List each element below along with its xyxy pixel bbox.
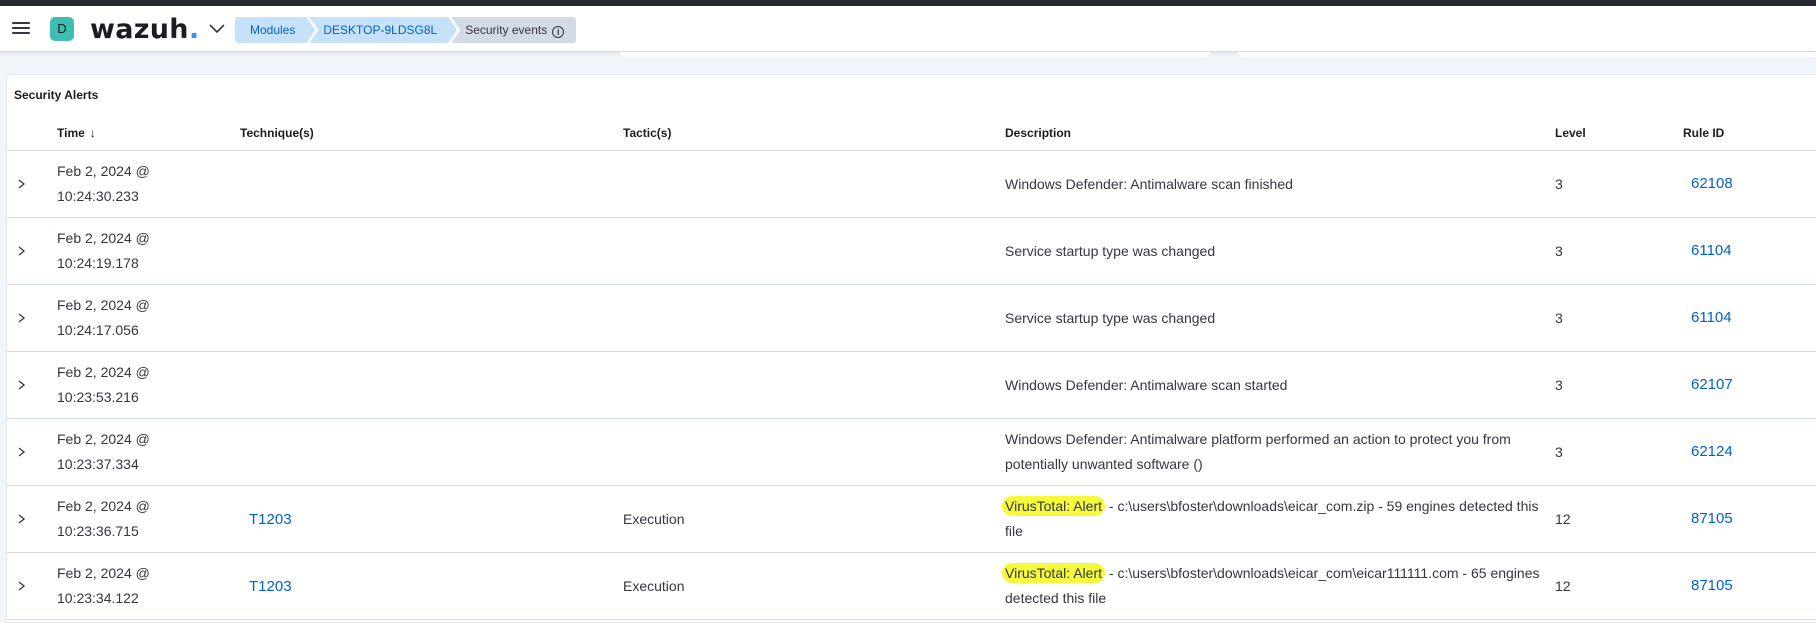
breadcrumb-security-events-label: Security events	[465, 23, 548, 37]
time-clock: 10:23:34.122	[57, 590, 139, 606]
column-header-level[interactable]: Level	[1555, 125, 1586, 141]
time-clock: 10:23:53.216	[57, 389, 139, 405]
time-clock: 10:23:36.715	[57, 523, 139, 539]
app-header: D wazuh. Modules DESKTOP-9LDSG8L Securit…	[0, 6, 1816, 52]
description-text: Windows Defender: Antimalware scan start…	[1005, 377, 1288, 393]
chevron-right-icon[interactable]	[15, 175, 29, 193]
wazuh-logo[interactable]: wazuh.	[90, 14, 199, 45]
chevron-down-icon[interactable]	[208, 22, 226, 36]
table-row[interactable]: Feb 2, 2024 @ 10:23:37.334 Windows Defend…	[7, 419, 1816, 486]
time-clock: 10:24:19.178	[57, 255, 139, 271]
time-cell: Feb 2, 2024 @ 10:23:53.216	[57, 360, 150, 410]
technique-link[interactable]: T1203	[249, 507, 292, 532]
chevron-right-icon[interactable]	[15, 242, 29, 260]
time-cell: Feb 2, 2024 @ 10:24:17.056	[57, 293, 150, 343]
description-text: Windows Defender: Antimalware scan finis…	[1005, 176, 1293, 192]
level-cell: 3	[1555, 243, 1563, 259]
description-highlight: VirusTotal: Alert	[1002, 563, 1106, 583]
level-cell: 3	[1555, 310, 1563, 326]
level-cell: 3	[1555, 377, 1563, 393]
time-date: Feb 2, 2024 @	[57, 230, 150, 246]
chevron-right-icon[interactable]	[15, 443, 29, 461]
description-cell: VirusTotal: Alert - c:\users\bfoster\dow…	[1002, 494, 1555, 544]
chevron-right-icon[interactable]	[15, 577, 29, 595]
description-cell: Windows Defender: Antimalware scan finis…	[1005, 172, 1555, 197]
table-row[interactable]: Feb 2, 2024 @ 10:24:19.178 Service startu…	[7, 218, 1816, 285]
description-cell: VirusTotal: Alert - c:\users\bfoster\dow…	[1002, 561, 1555, 611]
logo-text: wazuh	[90, 14, 189, 45]
column-header-rule-id[interactable]: Rule ID	[1683, 125, 1724, 141]
description-cell: Windows Defender: Antimalware platform p…	[1005, 427, 1555, 477]
table-row[interactable]: Feb 2, 2024 @ 10:23:53.216 Windows Defend…	[7, 352, 1816, 419]
chevron-right-icon[interactable]	[15, 309, 29, 327]
rule-id-link[interactable]: 62124	[1691, 439, 1733, 464]
column-header-technique[interactable]: Technique(s)	[240, 125, 314, 141]
description-text: Service startup type was changed	[1005, 243, 1216, 259]
column-header-time-label: Time	[57, 126, 85, 140]
table-row[interactable]: Feb 2, 2024 @ 10:24:17.056 Service startu…	[7, 285, 1816, 352]
tactic-cell: Execution	[623, 578, 685, 594]
table-row[interactable]: Feb 2, 2024 @ 10:24:30.233 Windows Defend…	[7, 151, 1816, 218]
level-cell: 3	[1555, 176, 1563, 192]
rule-id-link[interactable]: 87105	[1691, 573, 1733, 598]
time-date: Feb 2, 2024 @	[57, 498, 150, 514]
time-cell: Feb 2, 2024 @ 10:23:34.122	[57, 561, 150, 611]
time-date: Feb 2, 2024 @	[57, 431, 150, 447]
chevron-right-icon[interactable]	[15, 376, 29, 394]
breadcrumb-security-events: Security events i	[451, 17, 577, 43]
collapsed-panel-edge	[1238, 52, 1816, 57]
table-row[interactable]: Feb 2, 2024 @ 10:23:36.715 T1203 Executio…	[7, 486, 1816, 553]
sort-descending-icon: ↓	[89, 126, 96, 140]
level-cell: 12	[1555, 511, 1571, 527]
rule-id-link[interactable]: 61104	[1691, 305, 1732, 330]
logo-dot: .	[188, 14, 200, 45]
description-cell: Service startup type was changed	[1005, 239, 1555, 264]
breadcrumb: Modules DESKTOP-9LDSG8L Security events i	[235, 17, 577, 43]
rule-id-link[interactable]: 62108	[1691, 171, 1733, 196]
description-cell: Windows Defender: Antimalware scan start…	[1005, 373, 1555, 398]
table-header: Time ↓ Technique(s) Tactic(s) Description…	[7, 125, 1816, 151]
description-text: Service startup type was changed	[1005, 310, 1216, 326]
level-cell: 12	[1555, 578, 1571, 594]
breadcrumb-agent[interactable]: DESKTOP-9LDSG8L	[309, 17, 457, 43]
rule-id-link[interactable]: 87105	[1691, 506, 1733, 531]
info-icon[interactable]: i	[552, 26, 565, 38]
table-row[interactable]: Feb 2, 2024 @ 10:23:34.122 T1203 Executio…	[7, 553, 1816, 620]
time-date: Feb 2, 2024 @	[57, 163, 150, 179]
time-cell: Feb 2, 2024 @ 10:24:30.233	[57, 159, 150, 209]
breadcrumb-modules[interactable]: Modules	[235, 17, 315, 43]
time-cell: Feb 2, 2024 @ 10:23:36.715	[57, 494, 150, 544]
time-clock: 10:24:30.233	[57, 188, 139, 204]
time-clock: 10:24:17.056	[57, 322, 139, 338]
collapsed-panel-edge	[620, 52, 1210, 57]
description-text: Windows Defender: Antimalware platform p…	[1005, 431, 1511, 472]
rule-id-link[interactable]: 62107	[1691, 372, 1733, 397]
level-cell: 3	[1555, 444, 1563, 460]
avatar[interactable]: D	[50, 17, 74, 41]
description-cell: Service startup type was changed	[1005, 306, 1555, 331]
time-cell: Feb 2, 2024 @ 10:23:37.334	[57, 427, 150, 477]
time-cell: Feb 2, 2024 @ 10:24:19.178	[57, 226, 150, 276]
rule-id-link[interactable]: 61104	[1691, 238, 1732, 263]
time-clock: 10:23:37.334	[57, 456, 139, 472]
alerts-table-body: Feb 2, 2024 @ 10:24:30.233 Windows Defend…	[7, 151, 1816, 620]
technique-link[interactable]: T1203	[249, 574, 292, 599]
column-header-tactic[interactable]: Tactic(s)	[623, 125, 671, 141]
panel-title: Security Alerts	[14, 88, 99, 102]
chevron-right-icon[interactable]	[15, 510, 29, 528]
menu-icon[interactable]	[12, 19, 32, 37]
security-alerts-panel: Security Alerts Time ↓ Technique(s) Tacti…	[6, 74, 1816, 623]
time-date: Feb 2, 2024 @	[57, 364, 150, 380]
time-date: Feb 2, 2024 @	[57, 565, 150, 581]
column-header-description[interactable]: Description	[1005, 125, 1071, 141]
column-header-time[interactable]: Time ↓	[57, 125, 96, 141]
time-date: Feb 2, 2024 @	[57, 297, 150, 313]
tactic-cell: Execution	[623, 511, 685, 527]
description-highlight: VirusTotal: Alert	[1002, 496, 1106, 516]
